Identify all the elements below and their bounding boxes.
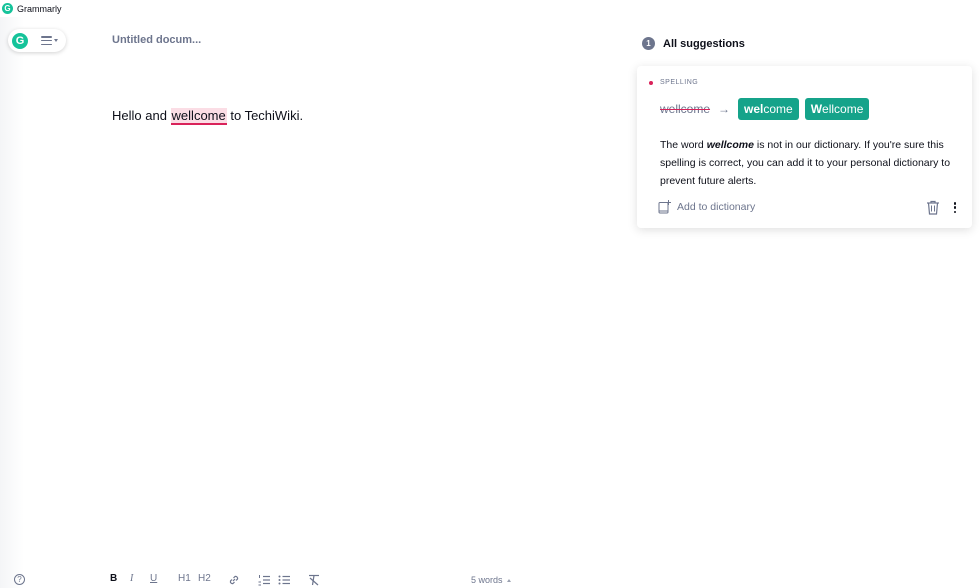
- heading-1-button[interactable]: H1: [178, 573, 191, 584]
- explanation-word: wellcome: [706, 139, 754, 151]
- grammarly-logo-icon: G: [2, 3, 13, 14]
- document-title[interactable]: Untitled docum...: [112, 34, 201, 46]
- replacement-option-2[interactable]: Wellcome: [804, 98, 870, 120]
- bullet-list-icon[interactable]: [278, 574, 290, 586]
- add-to-dictionary-button[interactable]: Add to dictionary: [658, 200, 755, 214]
- ordered-list-icon[interactable]: [258, 574, 270, 586]
- bold-button[interactable]: B: [110, 573, 117, 584]
- window-titlebar: G Grammarly: [0, 0, 980, 17]
- suggestion-count-badge: 1: [642, 37, 655, 50]
- suggestions-title: All suggestions: [663, 37, 745, 50]
- heading-2-button[interactable]: H2: [198, 573, 211, 584]
- original-word: wellcome: [660, 102, 711, 116]
- bottom-format-bar: ? B I U H1 H2 5 words: [0, 572, 980, 588]
- book-plus-icon: [658, 200, 671, 214]
- suggestions-header: 1 All suggestions: [642, 37, 745, 50]
- replacement-option-2-changed: W: [810, 102, 823, 116]
- underline-button[interactable]: U: [150, 573, 157, 584]
- word-count-label: 5 words: [471, 575, 503, 585]
- add-to-dictionary-label: Add to dictionary: [677, 201, 756, 213]
- editor-toolbar-pill: G: [8, 29, 66, 52]
- caret-down-icon: [54, 39, 58, 42]
- document-text-after: to TechiWiki.: [226, 108, 304, 123]
- replacement-row: wellcome → wel come Wellcome: [660, 98, 875, 120]
- flagged-word[interactable]: wellcome: [170, 108, 227, 125]
- suggestion-card[interactable]: SPELLING wellcome → wel come Wellcome The…: [637, 66, 972, 228]
- caret-up-icon: [506, 578, 511, 582]
- link-icon[interactable]: [228, 574, 240, 586]
- trash-icon[interactable]: [926, 200, 940, 215]
- hamburger-menu-icon: [41, 36, 52, 45]
- explanation-text-pre: The word: [660, 139, 707, 151]
- italic-button[interactable]: I: [130, 573, 133, 584]
- category-label: SPELLING: [660, 79, 699, 86]
- document-text-before: Hello and: [112, 108, 171, 123]
- replacement-option-1-rest: come: [763, 102, 793, 116]
- replacement-option-1-changed: wel: [744, 102, 764, 116]
- replacement-option-2-rest: ellcome: [822, 102, 864, 116]
- window-title: Grammarly: [17, 3, 62, 14]
- document-editor[interactable]: Hello and wellcome to TechiWiki.: [112, 107, 303, 125]
- help-icon[interactable]: ?: [14, 574, 25, 585]
- category-dot: [649, 80, 653, 85]
- kebab-icon[interactable]: [950, 200, 960, 215]
- word-count-toggle[interactable]: 5 words: [471, 575, 511, 585]
- replacement-option-1[interactable]: wel come: [738, 98, 799, 120]
- document-menu-button[interactable]: [41, 36, 58, 45]
- left-gutter: [0, 17, 24, 588]
- suggestion-category: SPELLING: [649, 79, 698, 86]
- grammarly-g-icon[interactable]: G: [12, 32, 28, 49]
- suggestion-explanation: The word wellcome is not in our dictiona…: [660, 136, 960, 190]
- arrow-right-icon: →: [718, 102, 731, 116]
- clear-format-icon[interactable]: [308, 574, 320, 586]
